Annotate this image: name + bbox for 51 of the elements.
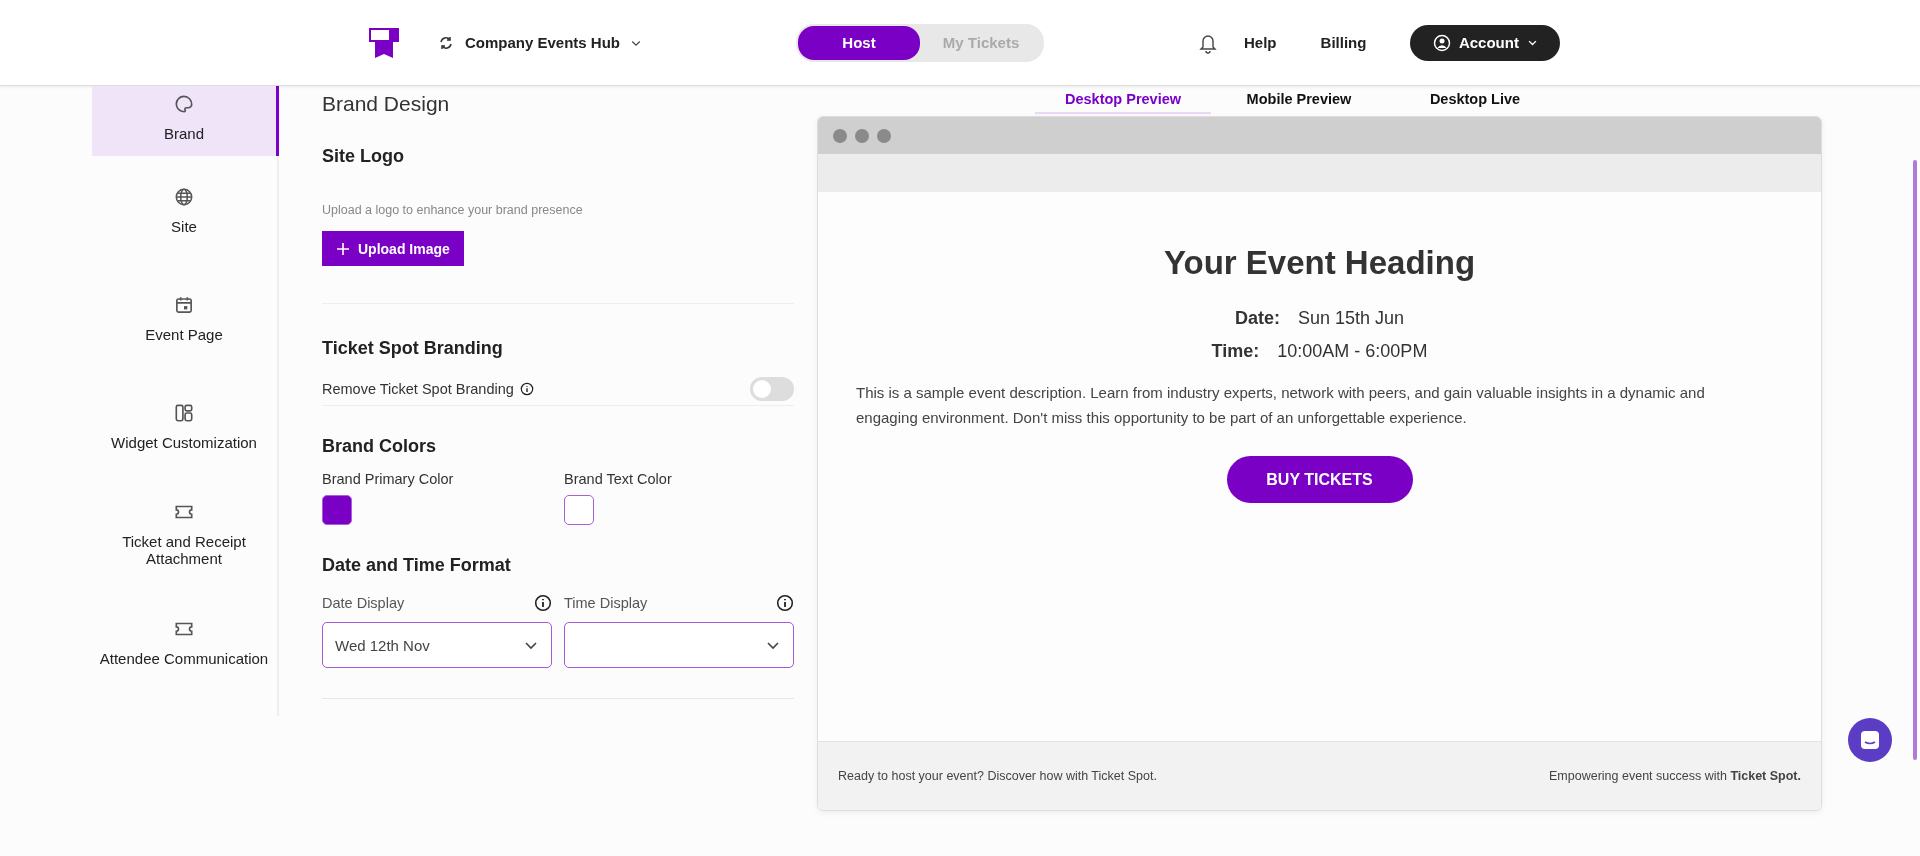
window-dots-icon — [832, 127, 892, 144]
account-button[interactable]: Account — [1410, 24, 1561, 61]
field-label: Time Display — [564, 595, 648, 611]
footer-text: Ready to host your event? Discover how with Ticket Spot. — [838, 769, 1157, 783]
toggle-label: Remove Ticket Spot Branding — [322, 381, 514, 397]
plus-icon — [336, 241, 350, 256]
preview-tab[interactable]: Desktop Live — [1387, 86, 1563, 114]
workspace-switcher[interactable]: Company Events Hub — [433, 29, 647, 56]
info-icon[interactable] — [534, 594, 552, 612]
workspace-name: Company Events Hub — [465, 34, 621, 51]
sidebar-item[interactable]: Brand — [92, 86, 279, 156]
helper-text: Upload a logo to enhance your brand presence — [322, 203, 584, 217]
field-label: Brand Primary Color — [322, 471, 455, 487]
sidebar-item[interactable]: Event Page — [92, 264, 279, 372]
info-icon[interactable] — [519, 382, 534, 396]
time-label: Time: — [1211, 341, 1260, 362]
page-title: Brand Design — [322, 92, 451, 116]
dropdown-field[interactable]: Wed 12th Nov — [322, 622, 552, 668]
footer-text: Empowering event success with Ticket Spot. — [1549, 769, 1801, 783]
header-link[interactable]: Help — [1240, 30, 1281, 55]
date-label: Date: — [1234, 308, 1280, 329]
section-heading: Brand Colors — [322, 436, 437, 457]
buy-tickets-button[interactable]: BUY TICKETS — [1226, 456, 1413, 503]
palette-icon — [173, 93, 195, 115]
sidebar-item[interactable]: Ticket and Receipt Attachment — [92, 480, 279, 588]
sidebar-item[interactable]: Widget Customization — [92, 372, 279, 480]
section-heading: Date and Time Format — [322, 555, 512, 576]
dropdown-field[interactable] — [564, 622, 794, 668]
mode-tab[interactable]: Host — [798, 25, 921, 60]
color-swatch[interactable] — [322, 495, 352, 525]
toggle-switch[interactable] — [750, 377, 794, 401]
time-value: 10:00AM - 6:00PM — [1277, 341, 1428, 362]
info-icon[interactable] — [776, 594, 794, 612]
sidebar-item[interactable]: Site — [92, 156, 279, 264]
field-label: Date Display — [322, 595, 405, 611]
color-swatch[interactable] — [564, 495, 594, 525]
section-heading: Ticket Spot Branding — [322, 338, 504, 359]
section-heading: Site Logo — [322, 146, 405, 167]
event-heading: Your Event Heading — [1163, 244, 1476, 282]
field-label: Brand Text Color — [564, 471, 673, 487]
sidebar-item[interactable]: Attendee Communication — [92, 588, 279, 696]
widgets-icon — [173, 401, 195, 424]
date-value: Sun 15th Jun — [1297, 308, 1405, 329]
chat-button[interactable] — [1848, 718, 1892, 762]
user-icon — [1432, 33, 1451, 52]
preview-tab[interactable]: Mobile Preview — [1211, 86, 1387, 114]
chat-icon — [1859, 729, 1881, 751]
upload-button[interactable]: Upload Image — [322, 231, 464, 266]
header-link[interactable]: Billing — [1316, 30, 1371, 55]
event-description: This is a sample event description. Learn from industry experts, network with peers, and gain valuable insights in a dynamic and engaging environment. Don't miss this opportunity to be part of an unforgettable experience. — [856, 383, 1706, 428]
preview-tab[interactable]: Desktop Preview — [1035, 86, 1211, 114]
